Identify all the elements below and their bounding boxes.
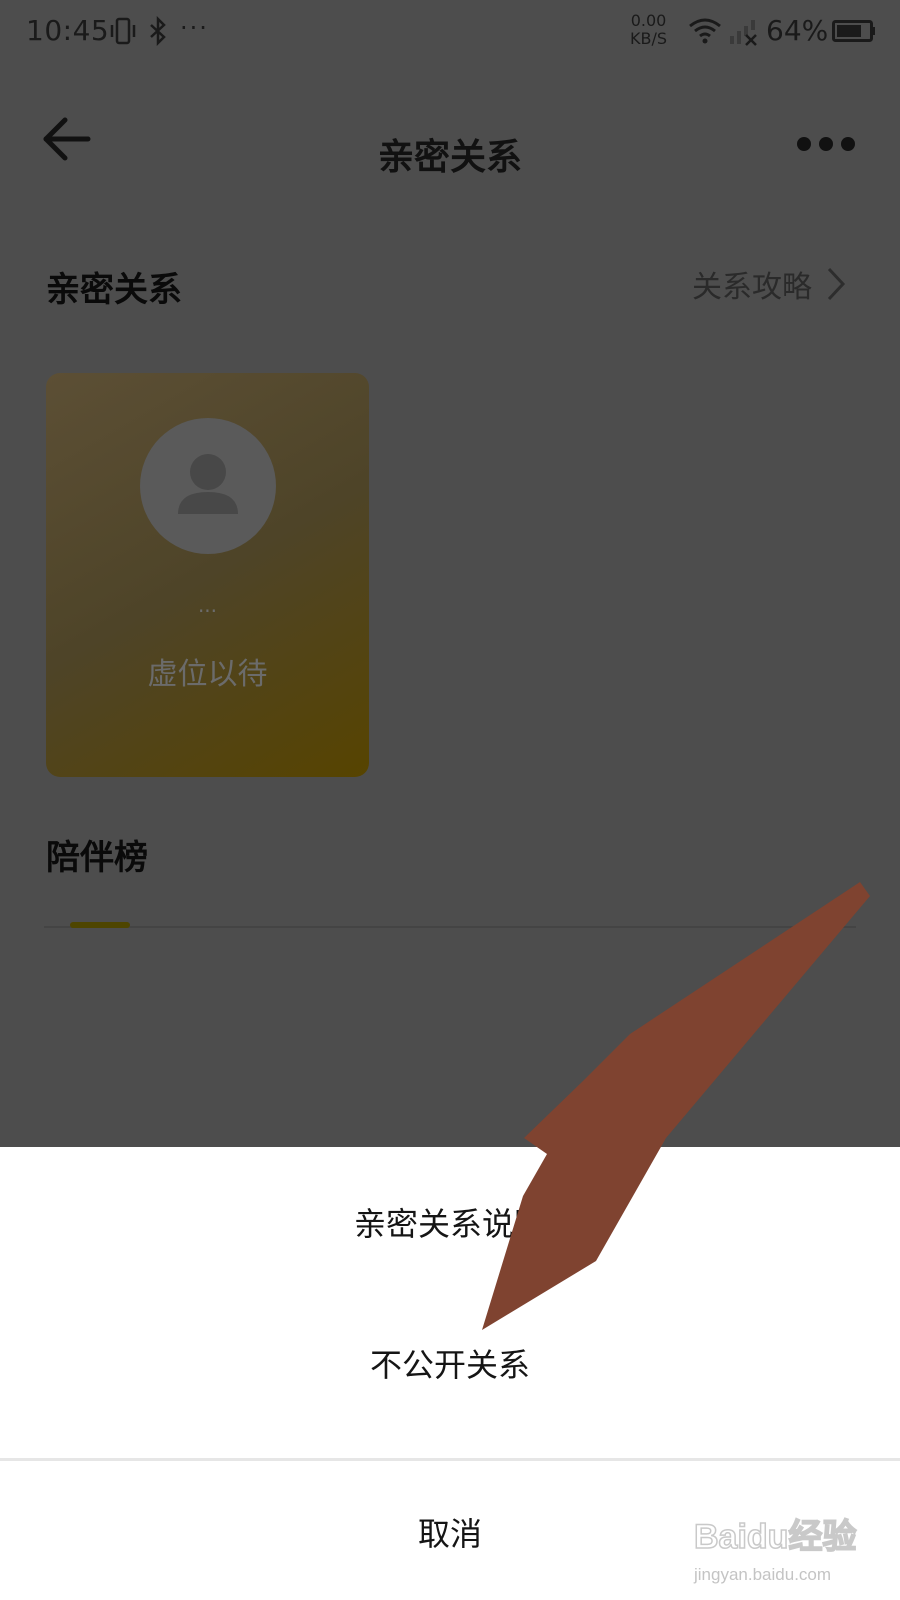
tab-indicator	[70, 922, 130, 928]
sheet-divider	[0, 1458, 900, 1461]
watermark-brand: Baidu经验	[694, 1517, 856, 1556]
network-speed-value: 0.00	[630, 11, 667, 30]
section-title: 亲密关系	[46, 270, 182, 310]
page-title: 亲密关系	[377, 137, 522, 178]
status-time: 10:45	[26, 14, 110, 47]
battery-percent: 64%	[766, 14, 829, 47]
relationship-slot-card[interactable]: ... 虚位以待	[46, 373, 369, 777]
relationship-guide-label: 关系攻略	[692, 270, 812, 305]
avatar	[140, 418, 276, 554]
more-options-icon[interactable]	[796, 134, 856, 154]
vibrate-icon	[110, 17, 136, 45]
companion-ranking-title: 陪伴榜	[46, 838, 148, 878]
hide-relationship-option[interactable]: 不公开关系	[0, 1340, 900, 1386]
signal-icon	[730, 20, 757, 46]
watermark-url: jingyan.baidu.com	[693, 1565, 831, 1584]
battery-icon	[832, 20, 875, 42]
network-speed: 0.00 KB/S	[630, 12, 667, 48]
status-bar: 10:45 ··· 0.00 KB/S 64%	[0, 0, 900, 64]
status-more-icon: ···	[180, 14, 209, 42]
bluetooth-icon	[150, 16, 166, 46]
card-placeholder-dots: ...	[197, 593, 218, 617]
network-speed-unit: KB/S	[630, 29, 668, 48]
relationship-guide-link[interactable]: 关系攻略	[692, 262, 848, 306]
user-icon	[178, 454, 238, 514]
wifi-icon	[689, 18, 721, 44]
baidu-jingyan-watermark: Baidu经验 jingyan.baidu.com	[693, 1516, 857, 1584]
tab-divider	[44, 926, 856, 928]
card-label: 虚位以待	[147, 657, 268, 692]
relationship-description-option[interactable]: 亲密关系说明	[0, 1199, 900, 1245]
chevron-right-icon	[827, 267, 846, 301]
